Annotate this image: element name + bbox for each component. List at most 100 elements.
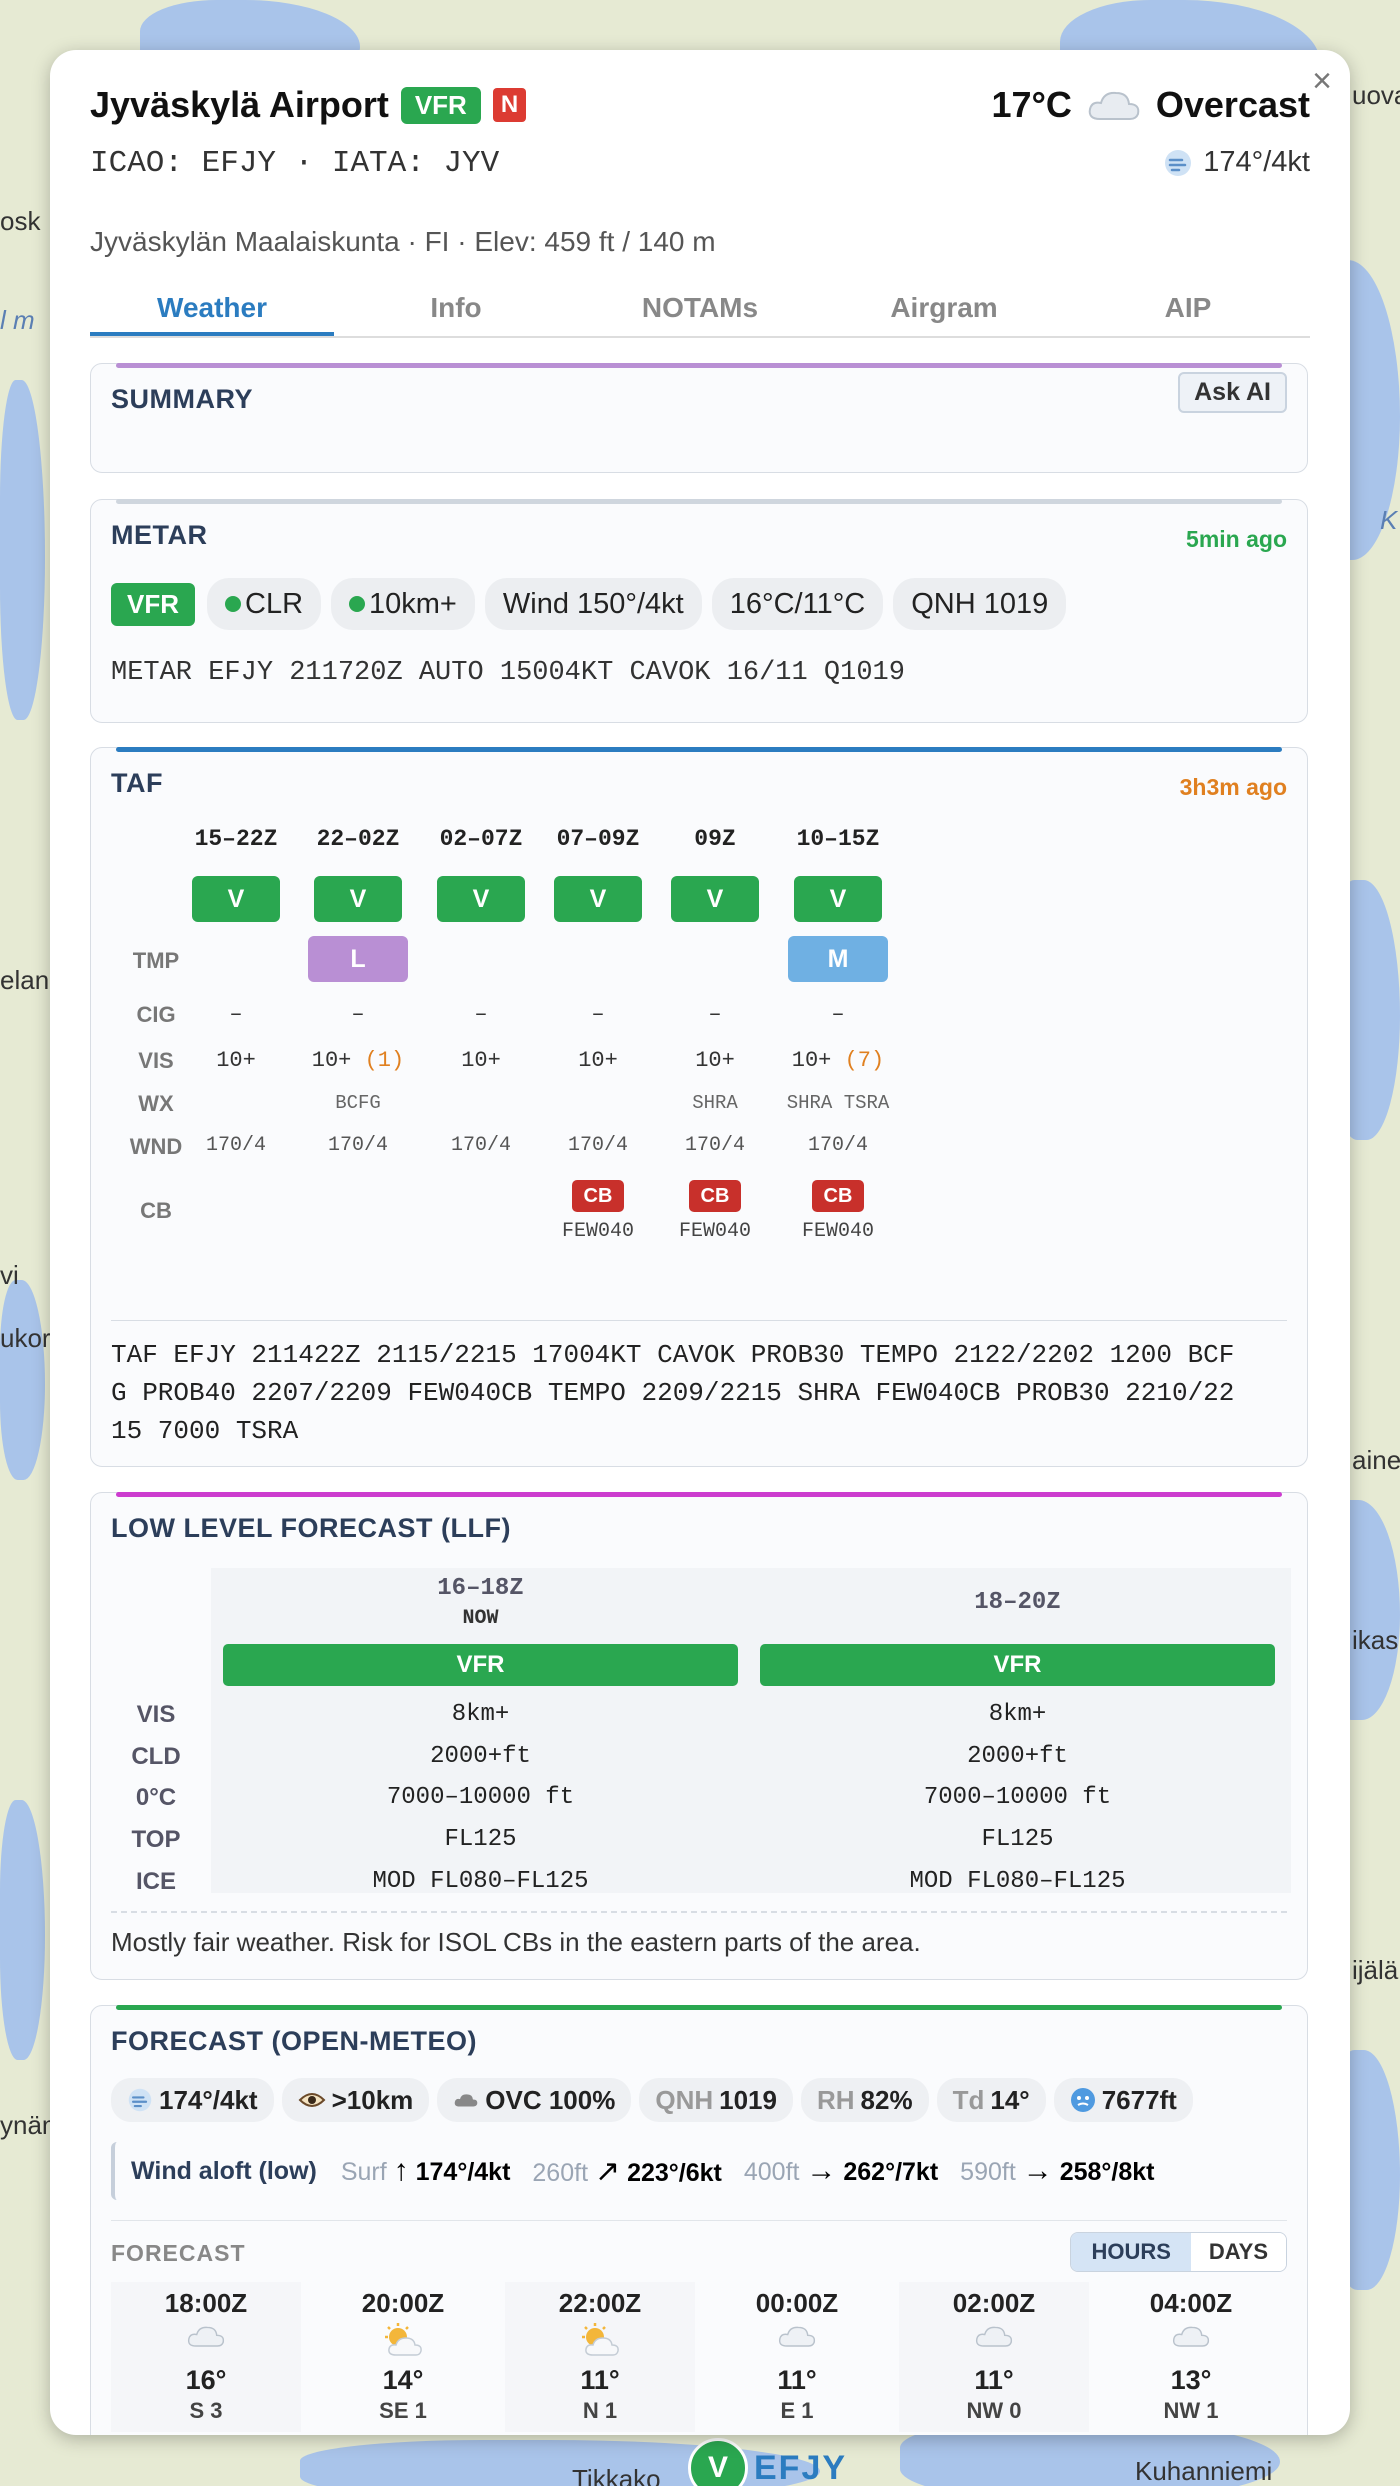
hour-temp: 11° [580, 2365, 620, 2395]
tab-weather[interactable]: Weather [90, 286, 334, 336]
partly-sunny-icon [308, 2323, 498, 2359]
taf-vis-value: 10+ [461, 1048, 501, 1073]
hour-wind: S 3 [189, 2398, 223, 2423]
llf-value: 2000+ft [430, 1743, 531, 1770]
taf-divider [111, 1320, 1287, 1321]
tab-airgram[interactable]: Airgram [822, 286, 1066, 336]
metar-title: METAR [111, 520, 208, 550]
taf-title: TAF [111, 768, 163, 798]
temp-pill: 16°C/11°C [711, 578, 884, 630]
taf-wind: 170/4 [684, 1134, 745, 1157]
status-dot [349, 596, 366, 612]
taf-category-badge[interactable]: V [794, 876, 882, 922]
hour-time: 18:00Z [164, 2288, 248, 2318]
llf-value: 8km+ [988, 1701, 1047, 1728]
hour-forecast-item: 20:00Z 14° SE 1 [308, 2282, 498, 2432]
hours-toggle-button[interactable]: HOURS [1071, 2233, 1191, 2271]
map-label: uova [1352, 80, 1400, 110]
llf-value: 7000–10000 ft [923, 1784, 1112, 1811]
taf-wind: 170/4 [567, 1134, 628, 1157]
llf-row-label: ICE [135, 1868, 176, 1895]
airport-popup: × Jyväskylä Airport VFR N ICAO: EFJY · I… [50, 50, 1350, 2435]
taf-category-badge[interactable]: V [192, 876, 280, 922]
llf-value: 2000+ft [967, 1743, 1068, 1770]
visibility-pill: 10km+ [331, 578, 475, 630]
cb-badge: CB [572, 1180, 624, 1212]
map-label: ijälä [1352, 1955, 1399, 1985]
taf-wx: BCFG [335, 1092, 381, 1114]
hour-temp: 11° [974, 2365, 1014, 2395]
map-label: l m [0, 305, 35, 335]
taf-period-time[interactable]: 10–15Z [783, 826, 893, 852]
tab-notams[interactable]: NOTAMs [578, 286, 822, 336]
taf-tempo-badge[interactable]: L [308, 936, 408, 982]
summary-section: SUMMARY Ask AI [90, 363, 1308, 473]
map-airport-marker[interactable]: V EFJY [688, 2438, 847, 2486]
taf-vis: 10+ (1) [303, 1048, 413, 1073]
map-label: Tikkako [572, 2464, 661, 2486]
metar-rule-badge: VFR [111, 582, 195, 626]
wind-pill: 174°/4kt [111, 2078, 274, 2122]
hour-forecast-item: 04:00Z 13° NW 1 [1096, 2282, 1286, 2432]
ask-ai-button[interactable]: Ask AI [1178, 372, 1287, 413]
map-label: ukor [0, 1323, 51, 1353]
taf-period-time[interactable]: 09Z [660, 826, 770, 852]
visibility-pill: >10km [281, 2078, 430, 2122]
hour-forecast-item: 02:00Z 11° NW 0 [899, 2282, 1089, 2432]
taf-category-badge[interactable]: V [437, 876, 525, 922]
taf-period-time[interactable]: 15–22Z [181, 826, 291, 852]
taf-vis-value: 10+ [311, 1048, 352, 1073]
llf-value: FL125 [444, 1826, 517, 1853]
wind-aloft-level: 590ft → 258°/8kt [960, 2154, 1155, 2187]
days-toggle-button[interactable]: DAYS [1190, 2233, 1286, 2271]
taf-cb-layer: FEW040 [801, 1220, 874, 1243]
forecast-title: FORECAST (OPEN-METEO) [111, 2026, 477, 2056]
taf-period-time[interactable]: 22–02Z [303, 826, 413, 852]
hour-temp: 14° [382, 2365, 424, 2395]
tab-aip[interactable]: AIP [1066, 286, 1310, 336]
qnh-pill: QNH 1019 [893, 578, 1067, 630]
taf-wx: SHRA TSRA [786, 1092, 890, 1114]
airport-title: Jyväskylä Airport VFR N [90, 84, 527, 126]
taf-vis-note: (7) [844, 1048, 885, 1073]
llf-value: 7000–10000 ft [386, 1784, 575, 1811]
close-icon[interactable]: × [1312, 62, 1332, 101]
partly-sunny-icon [505, 2323, 695, 2359]
cloud-icon [1096, 2323, 1286, 2359]
hour-forecast-item: 18:00Z 16° S 3 [111, 2282, 301, 2432]
current-wind: 174°/4kt [1163, 146, 1310, 179]
wind-aloft-label: Wind aloft (low) [131, 2156, 317, 2185]
taf-row-label: CB [140, 1198, 172, 1223]
wind-aloft-level: 260ft ↗ 223°/6kt [532, 2154, 722, 2188]
wind-aloft: Wind aloft (low) Surf ↑ 174°/4kt 260ft ↗… [111, 2142, 1287, 2200]
notam-flag-badge[interactable]: N [492, 88, 527, 122]
taf-cig: – [831, 1002, 845, 1027]
taf-vis-value: 10+ [791, 1048, 832, 1073]
taf-wind: 170/4 [205, 1134, 266, 1157]
status-dot [225, 596, 241, 612]
llf-value: MOD FL080–FL125 [909, 1868, 1126, 1895]
cloud-icon [702, 2323, 892, 2359]
llf-row-label: CLD [131, 1743, 181, 1770]
taf-tempo-badge[interactable]: M [788, 936, 888, 982]
wind-aloft-level: Surf ↑ 174°/4kt [340, 2154, 511, 2187]
taf-category-badge[interactable]: V [554, 876, 642, 922]
llf-period-time: 16–18Z [437, 1575, 524, 1602]
llf-rule-badge: VFR [223, 1644, 738, 1686]
taf-period-time[interactable]: 07–09Z [543, 826, 653, 852]
airport-codes: ICAO: EFJY · IATA: JYV [90, 146, 500, 181]
taf-vis: 10+ [181, 1048, 291, 1073]
taf-row-label: WX [138, 1091, 174, 1116]
airport-location: Jyväskylän Maalaiskunta · FI · Elev: 459… [90, 226, 716, 257]
hour-wind: N 1 [582, 2398, 618, 2423]
taf-period-time[interactable]: 02–07Z [426, 826, 536, 852]
taf-category-badge[interactable]: V [671, 876, 759, 922]
hour-wind: NW 0 [966, 2398, 1022, 2423]
taf-cig: – [351, 1002, 365, 1027]
current-wind-value: 174°/4kt [1203, 146, 1310, 178]
hour-forecast-item: 22:00Z 11° N 1 [505, 2282, 695, 2432]
tab-info[interactable]: Info [334, 286, 578, 336]
map-label: vi [0, 1260, 19, 1290]
taf-category-badge[interactable]: V [314, 876, 402, 922]
taf-cb-layer: FEW040 [678, 1220, 751, 1243]
